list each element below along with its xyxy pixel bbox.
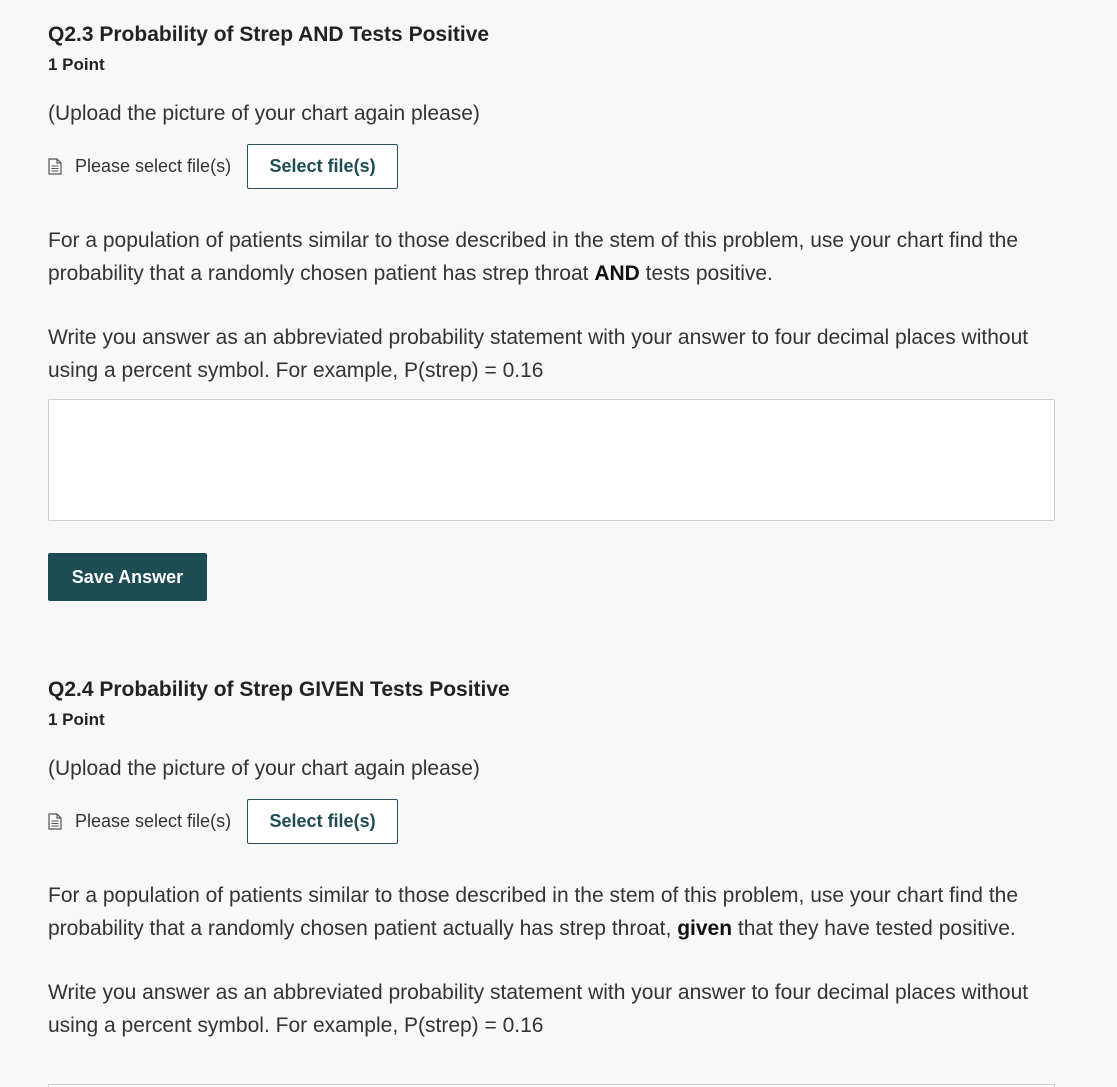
question-prompt: For a population of patients similar to … [48,225,1055,290]
file-upload-row: Please select file(s) Select file(s) [48,798,1055,845]
question-q2-4: Q2.4 Probability of Strep GIVEN Tests Po… [48,677,1055,1042]
question-points: 1 Point [48,710,105,729]
file-upload-row: Please select file(s) Select file(s) [48,143,1055,190]
question-q2-3: Q2.3 Probability of Strep AND Tests Posi… [48,22,1055,601]
question-title: Q2.3 Probability of Strep AND Tests Posi… [48,23,490,46]
question-prompt: For a population of patients similar to … [48,880,1055,945]
prompt-text: For a population of patients similar to … [48,229,1019,285]
file-hint: Please select file(s) [75,811,232,831]
page: Q2.3 Probability of Strep AND Tests Posi… [0,0,1117,1087]
select-files-button[interactable]: Select file(s) [247,799,399,844]
save-answer-button[interactable]: Save Answer [48,553,207,601]
answer-input[interactable] [48,399,1055,521]
question-points: 1 Point [48,55,105,74]
answer-instructions: Write you answer as an abbreviated proba… [48,326,1029,382]
file-hint: Please select file(s) [75,156,232,176]
document-icon [48,158,62,175]
answer-instructions: Write you answer as an abbreviated proba… [48,981,1029,1037]
prompt-text-end: that they have tested positive. [732,916,1016,940]
upload-note: (Upload the picture of your chart again … [48,757,480,780]
prompt-text-end: tests positive. [639,261,773,285]
upload-note: (Upload the picture of your chart again … [48,102,480,125]
prompt-emphasis: given [677,916,733,940]
document-icon [48,813,62,830]
question-title: Q2.4 Probability of Strep GIVEN Tests Po… [48,678,510,701]
select-files-button[interactable]: Select file(s) [247,144,399,189]
prompt-emphasis: AND [594,261,640,285]
